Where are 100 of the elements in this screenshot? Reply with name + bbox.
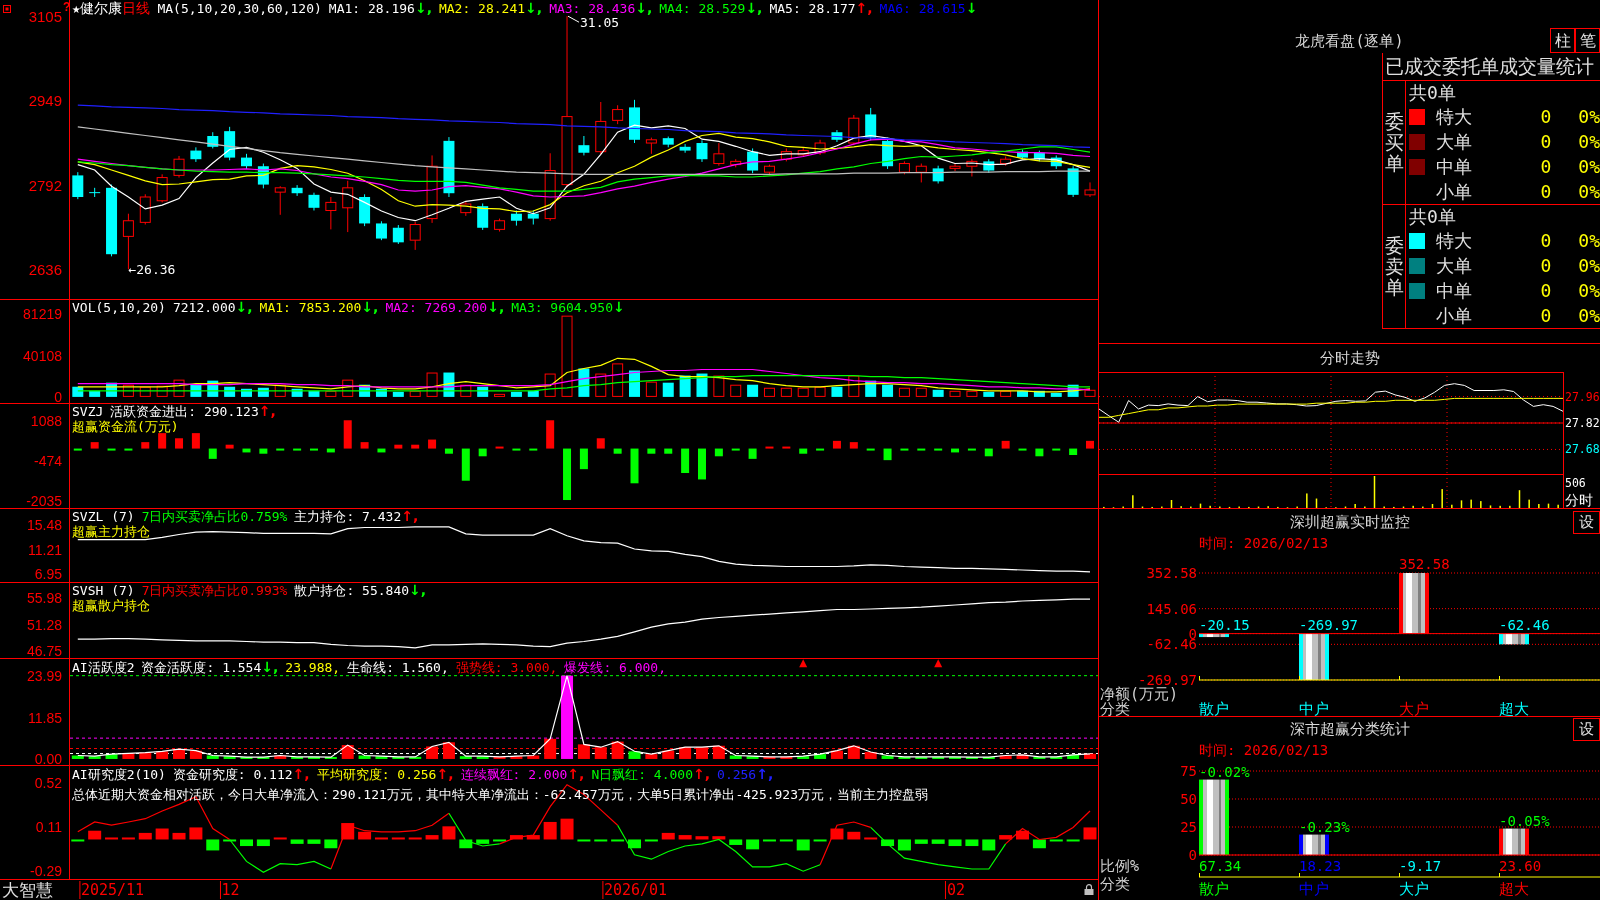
order-count: 0 xyxy=(1539,131,1553,152)
legend-text: MA6: 28.615 xyxy=(879,1,966,16)
order-count: 0 xyxy=(1539,156,1553,177)
trend-arrow: ↑, xyxy=(436,767,454,782)
category-label: 超大 xyxy=(1499,880,1529,898)
value-label: -20.15 xyxy=(1199,616,1250,633)
panel-title: 深市超赢分类统计 xyxy=(1289,719,1410,739)
axis-label: 3105 xyxy=(28,7,62,25)
category-label: 大户 xyxy=(1399,880,1429,898)
trend-arrow: ↑, xyxy=(567,767,585,782)
axis-label: 27.96 xyxy=(1565,389,1600,404)
legend-text: SVSH (7) xyxy=(72,583,135,598)
panel-title: 龙虎看盘(逐单) xyxy=(1295,30,1404,51)
axis-label: -269.97 xyxy=(1138,672,1197,688)
axis-label: -474 xyxy=(33,452,62,469)
legend-text: 7日内买卖净占比0.993% xyxy=(141,583,288,598)
trend-arrow: ↓, xyxy=(361,300,379,315)
group-label: 委卖单 xyxy=(1384,235,1404,298)
value-label: 18.23 xyxy=(1299,858,1342,874)
order-total: 共0单 xyxy=(1409,82,1456,103)
order-size-label: 特大 xyxy=(1436,104,1473,129)
axis-label: 27.82 xyxy=(1565,416,1600,430)
trend-arrow: ↓, xyxy=(409,583,427,598)
axis-label: 75 xyxy=(1180,763,1197,779)
time-label: 时间: 2026/02/13 xyxy=(1199,535,1329,551)
legend-text: 超赢散户持仓 xyxy=(72,598,150,613)
legend-text: AI活跃度2 xyxy=(72,660,135,675)
axis-label: 352.58 xyxy=(1146,565,1197,581)
order-count: 0 xyxy=(1539,230,1553,251)
legend-text: MA1: 28.196 xyxy=(328,1,415,16)
legend-text: 平均研究度: 0.256 xyxy=(316,767,437,782)
axis-label: 40108 xyxy=(23,348,62,365)
order-count: 0 xyxy=(1539,305,1553,326)
group-label: 委买单 xyxy=(1384,111,1404,174)
volume-max-label: 506 xyxy=(1565,476,1586,490)
category-label: 超大 xyxy=(1499,700,1529,716)
date-label: 2026/01 xyxy=(601,881,668,899)
change-label: -0.05% xyxy=(1499,812,1550,829)
legend-text: MA2: 7269.200 xyxy=(385,300,488,315)
order-percent: 0% xyxy=(1577,131,1600,152)
legend-text: 连续飘红: 2.000 xyxy=(460,767,568,782)
trend-arrow: ↓, xyxy=(235,300,253,315)
axis-label: 2636 xyxy=(28,260,62,278)
axis-label: 11.85 xyxy=(28,709,62,726)
table-title: 已成交委托单成交量统计 xyxy=(1383,53,1600,81)
axis-label: 46.75 xyxy=(26,642,62,658)
legend-text: 爆发线: 6.000, xyxy=(564,660,666,675)
date-label: 12 xyxy=(219,881,240,899)
legend-text: MA1: 7853.200 xyxy=(259,300,362,315)
panel-title: 深圳超赢实时监控 xyxy=(1289,512,1410,532)
order-size-label: 中单 xyxy=(1436,278,1473,303)
order-percent: 0% xyxy=(1577,181,1600,202)
value-label: -62.46 xyxy=(1499,616,1550,633)
order-percent: 0% xyxy=(1577,156,1600,177)
legend-text: 活跃资金进出: 290.123 xyxy=(110,404,259,419)
order-size-label: 特大 xyxy=(1436,228,1473,253)
trend-arrow: ↓, xyxy=(414,1,432,16)
trend-arrow: ↑, xyxy=(756,767,774,782)
legend-text: 资金活跃度: 1.554 xyxy=(141,660,262,675)
legend-text: N日飘红: 4.000 xyxy=(591,767,693,782)
trend-arrow: ↓, xyxy=(261,660,279,675)
axis-label: 0 xyxy=(1188,847,1197,863)
legend-text: MA3: 28.436 xyxy=(549,1,636,16)
order-percent: 0% xyxy=(1577,305,1600,326)
trend-arrow: ↓, xyxy=(745,1,763,16)
legend-text: MA4: 28.529 xyxy=(659,1,746,16)
legend-text: SVZJ xyxy=(72,404,104,419)
axis-label: 55.98 xyxy=(26,590,62,607)
axis-label: 0.00 xyxy=(34,750,62,765)
legend-text: 超赢资金流(万元) xyxy=(72,419,179,434)
axis-label: 2949 xyxy=(28,91,62,109)
axis-label: 81219 xyxy=(23,306,62,323)
legend-text: SVZL (7) xyxy=(72,509,135,524)
legend-text: 主力持仓: 7.432 xyxy=(294,509,402,524)
axis-label: 27.68 xyxy=(1565,442,1600,457)
panel-title: 分时走势 xyxy=(1319,348,1380,368)
axis-label: 0 xyxy=(54,388,62,403)
axis-label: -2035 xyxy=(26,492,62,508)
trend-arrow: ↑, xyxy=(292,767,310,782)
trend-arrow: ↓, xyxy=(635,1,653,16)
legend-text: 23.988, xyxy=(285,660,341,675)
axis-label: 11.21 xyxy=(28,541,62,558)
trend-arrow: ↓, xyxy=(525,1,543,16)
order-size-label: 小单 xyxy=(1436,303,1473,328)
category-label: 散户 xyxy=(1199,880,1229,898)
trend-arrow: ↓ xyxy=(965,1,978,16)
annotation: 31.05 xyxy=(580,14,620,30)
brand-name: 大智慧 xyxy=(2,880,53,900)
max-price-label: 31.05 xyxy=(567,14,620,30)
order-percent: 0% xyxy=(1577,106,1600,127)
trend-arrow: ↓ xyxy=(613,300,625,315)
order-size-label: 大单 xyxy=(1436,253,1473,278)
order-total: 共0单 xyxy=(1409,206,1456,227)
order-count: 0 xyxy=(1539,106,1553,127)
time-label: 时间: 2026/02/13 xyxy=(1199,741,1329,758)
order-percent: 0% xyxy=(1577,255,1600,276)
order-count: 0 xyxy=(1539,255,1553,276)
legend-text: 7日内买卖净占比0.759% xyxy=(141,509,288,524)
legend-text: 散户持仓: 55.840 xyxy=(294,583,410,598)
order-percent: 0% xyxy=(1577,230,1600,251)
